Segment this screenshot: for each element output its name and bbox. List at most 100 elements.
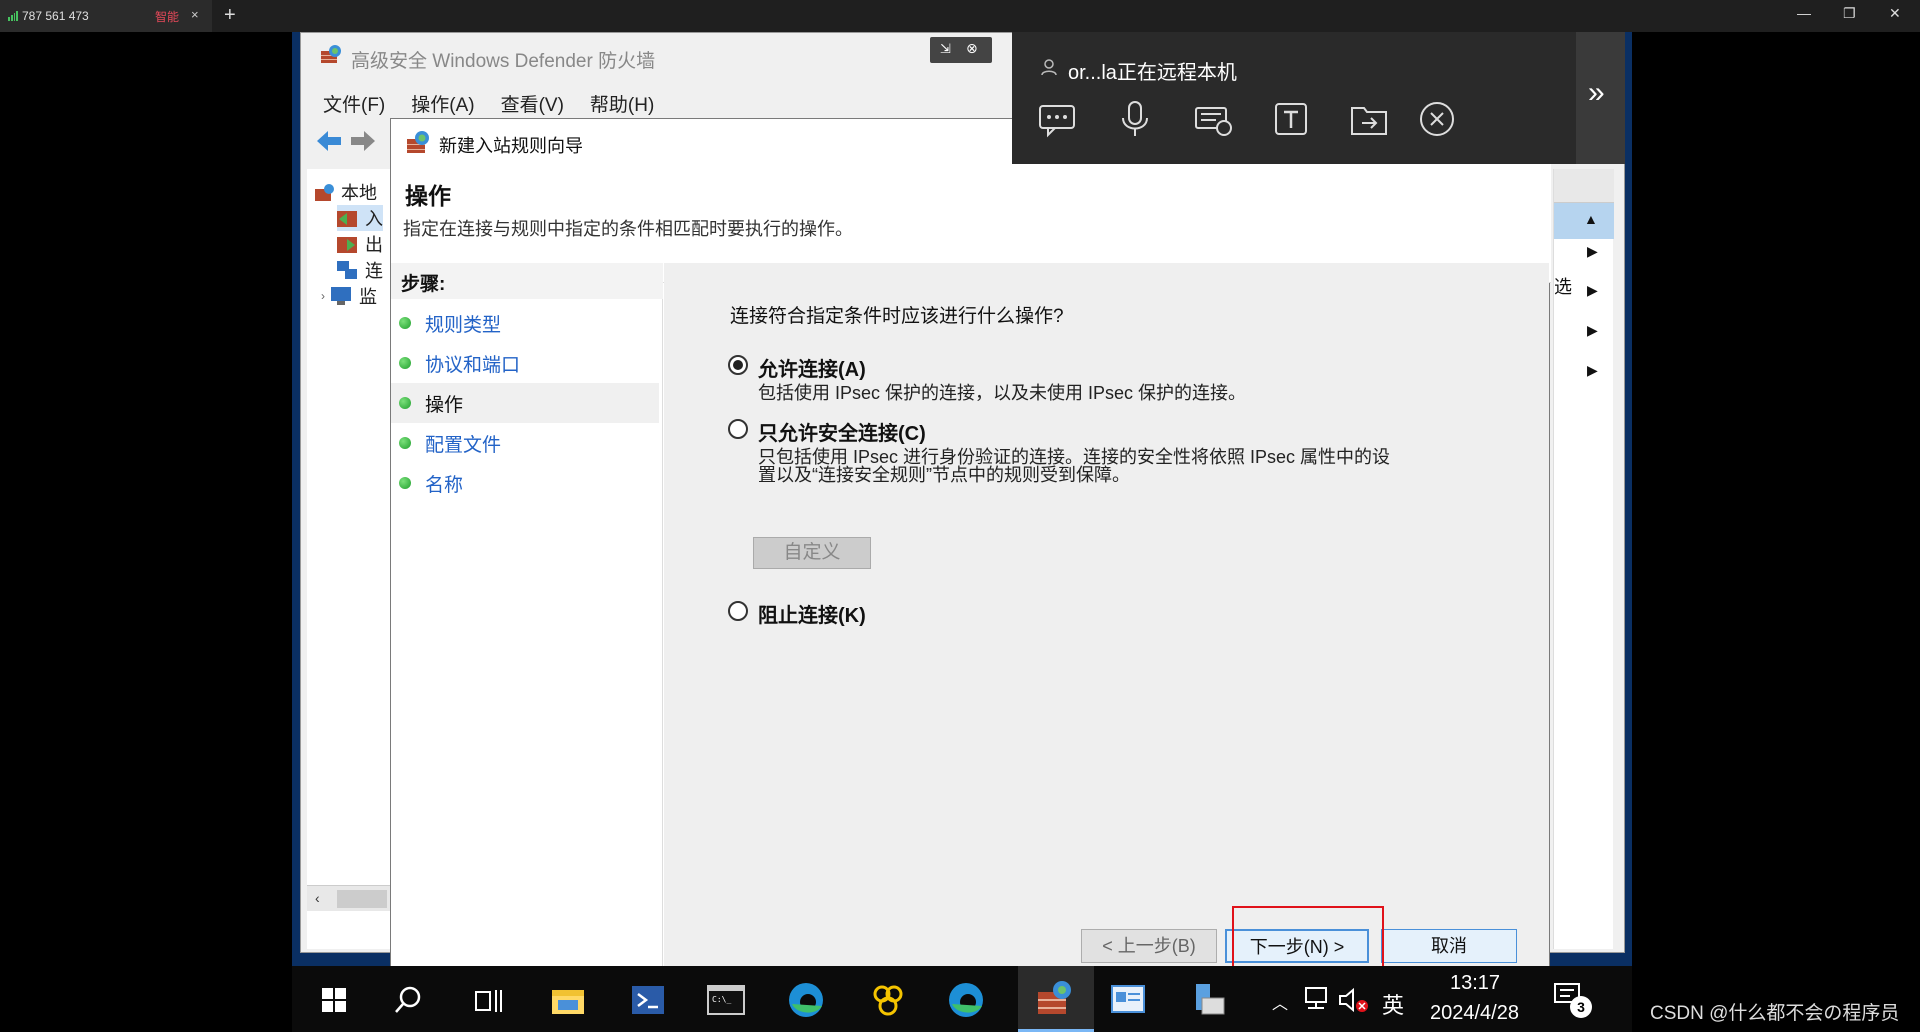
- windows-start-icon[interactable]: [314, 980, 354, 1020]
- firewall-icon: [315, 184, 334, 201]
- allow-secure-desc-line1: 只包括使用 IPsec 进行身份验证的连接。连接的安全性将依照 IPsec 属性…: [758, 447, 1391, 467]
- edge-browser-icon[interactable]: [946, 980, 986, 1020]
- scroll-left-icon[interactable]: ‹: [315, 890, 320, 906]
- allow-connection-label[interactable]: 允许连接(A): [758, 353, 866, 382]
- allow-connection-desc: 包括使用 IPsec 保护的连接，以及未使用 IPsec 保护的连接。: [758, 383, 1247, 403]
- close-button[interactable]: ✕: [1889, 5, 1901, 22]
- search-icon[interactable]: [388, 980, 428, 1020]
- menu-help[interactable]: 帮助(H): [590, 90, 654, 117]
- tree-item-outbound[interactable]: 出: [337, 231, 383, 257]
- console-title: 高级安全 Windows Defender 防火墙: [351, 51, 656, 72]
- menu-bar: 文件(F) 操作(A) 查看(V) 帮助(H): [323, 90, 654, 117]
- new-inbound-rule-wizard: 新建入站规则向导 操作 指定在连接与规则中指定的条件相匹配时要执行的操作。 步骤…: [390, 118, 1551, 972]
- step-rule-type[interactable]: 规则类型: [391, 303, 659, 343]
- expand-chevron-icon[interactable]: ›: [321, 289, 325, 303]
- taskbar: C:\_ ︿ 英 13:17 2024/4/28 3: [292, 966, 1632, 1032]
- connection-id: 787 561 473: [22, 9, 89, 23]
- block-connection-label[interactable]: 阻止连接(K): [758, 599, 866, 628]
- scroll-thumb[interactable]: [337, 890, 387, 908]
- server-manager-icon[interactable]: [1188, 980, 1228, 1020]
- tree-item-inbound[interactable]: 入: [337, 205, 383, 231]
- menu-file[interactable]: 文件(F): [323, 90, 385, 117]
- step-status-icon: [399, 397, 411, 409]
- session-tab[interactable]: 787 561 473 智能 ×: [0, 0, 212, 32]
- text-icon[interactable]: [1270, 98, 1312, 140]
- step-protocol-ports[interactable]: 协议和端口: [391, 343, 659, 383]
- restore-button[interactable]: ❐: [1843, 5, 1856, 22]
- clock-date[interactable]: 2024/4/28: [1430, 1002, 1519, 1025]
- menu-view[interactable]: 查看(V): [501, 90, 564, 117]
- menu-action[interactable]: 操作(A): [411, 90, 474, 117]
- input-language[interactable]: 英: [1382, 988, 1404, 1020]
- remote-mini-toolbar: ⇲ ⊗: [930, 37, 992, 63]
- steps-panel: 步骤: 规则类型 协议和端口 操作 配置文件 名称: [391, 263, 663, 971]
- step-name[interactable]: 名称: [391, 463, 659, 503]
- edge-browser-icon[interactable]: [786, 980, 826, 1020]
- system-info-icon[interactable]: [1108, 980, 1148, 1020]
- actions-header: [1554, 169, 1614, 203]
- keyboard-icon[interactable]: [1192, 98, 1234, 140]
- submenu-arrow-icon[interactable]: ▶: [1587, 362, 1598, 379]
- double-chevron-icon: »: [1588, 76, 1605, 109]
- disconnect-icon[interactable]: [1416, 98, 1458, 140]
- chat-icon[interactable]: [1036, 98, 1078, 140]
- allow-secure-label[interactable]: 只允许安全连接(C): [758, 417, 926, 446]
- collapse-up-icon[interactable]: ▲: [1584, 211, 1598, 227]
- step-profile[interactable]: 配置文件: [391, 423, 659, 463]
- allow-connection-radio[interactable]: [728, 355, 748, 375]
- file-explorer-icon[interactable]: [548, 980, 588, 1020]
- tree-item-local[interactable]: 本地: [315, 179, 377, 205]
- connection-security-icon: [337, 261, 357, 279]
- watermark: CSDN @什么都不会の程序员: [1650, 1003, 1900, 1024]
- submenu-arrow-icon[interactable]: ▶: [1587, 243, 1598, 260]
- allow-secure-radio[interactable]: [728, 419, 748, 439]
- network-icon[interactable]: [1302, 986, 1330, 1012]
- remote-status: or...la正在远程本机: [1068, 62, 1237, 84]
- taskbar-active-app[interactable]: [1018, 966, 1094, 1032]
- microphone-icon[interactable]: [1114, 98, 1156, 140]
- remote-control-panel: or...la正在远程本机 »: [1012, 32, 1625, 164]
- monitoring-icon: [331, 287, 351, 305]
- steps-header: 步骤:: [391, 263, 663, 299]
- powershell-icon[interactable]: [628, 980, 668, 1020]
- console-titlebar: 高级安全 Windows Defender 防火墙: [307, 33, 1007, 75]
- tab-close-icon[interactable]: ×: [191, 7, 199, 22]
- console-tree: 本地 入 出 连 › 监: [307, 169, 391, 949]
- submenu-arrow-icon[interactable]: ▶: [1587, 322, 1598, 339]
- add-tab-button[interactable]: +: [224, 4, 236, 27]
- minimize-button[interactable]: —: [1797, 5, 1811, 21]
- step-action[interactable]: 操作: [391, 383, 659, 423]
- expand-panel-button[interactable]: »: [1576, 32, 1625, 164]
- volume-muted-icon[interactable]: [1338, 986, 1370, 1014]
- actions-item-partial[interactable]: 选: [1554, 273, 1572, 299]
- submenu-arrow-icon[interactable]: ▶: [1587, 282, 1598, 299]
- pin-icon[interactable]: ⇲: [940, 41, 951, 57]
- back-arrow-icon[interactable]: [315, 129, 343, 153]
- block-connection-radio[interactable]: [728, 601, 748, 621]
- close-circle-icon[interactable]: ⊗: [966, 40, 978, 57]
- customize-button[interactable]: 自定义: [753, 537, 871, 569]
- tree-item-monitoring[interactable]: › 监: [321, 283, 377, 309]
- firewall-icon: [321, 45, 341, 63]
- step-status-icon: [399, 437, 411, 449]
- signal-icon: [8, 11, 18, 21]
- tree-item-connection-security[interactable]: 连: [337, 257, 383, 283]
- action-question: 连接符合指定条件时应该进行什么操作?: [730, 306, 1064, 327]
- steps-label: 步骤:: [401, 274, 446, 295]
- file-transfer-icon[interactable]: [1348, 98, 1390, 140]
- cancel-button[interactable]: 取消: [1381, 929, 1517, 963]
- console-toolbar: [309, 125, 389, 159]
- task-view-icon[interactable]: [468, 980, 508, 1020]
- clock-time[interactable]: 13:17: [1450, 972, 1500, 995]
- forward-arrow-icon[interactable]: [349, 129, 377, 153]
- mode-label: 智能: [155, 10, 180, 24]
- step-status-icon: [399, 477, 411, 489]
- command-prompt-icon[interactable]: C:\_: [706, 980, 746, 1020]
- notification-count-badge: 3: [1570, 996, 1592, 1018]
- tree-horizontal-scrollbar[interactable]: ‹: [307, 885, 391, 911]
- show-hidden-icons-icon[interactable]: ︿: [1272, 990, 1288, 1014]
- app-flower-icon[interactable]: [868, 980, 908, 1020]
- actions-section-header[interactable]: ▲: [1554, 203, 1614, 239]
- step-status-icon: [399, 317, 411, 329]
- back-button[interactable]: < 上一步(B): [1081, 929, 1217, 963]
